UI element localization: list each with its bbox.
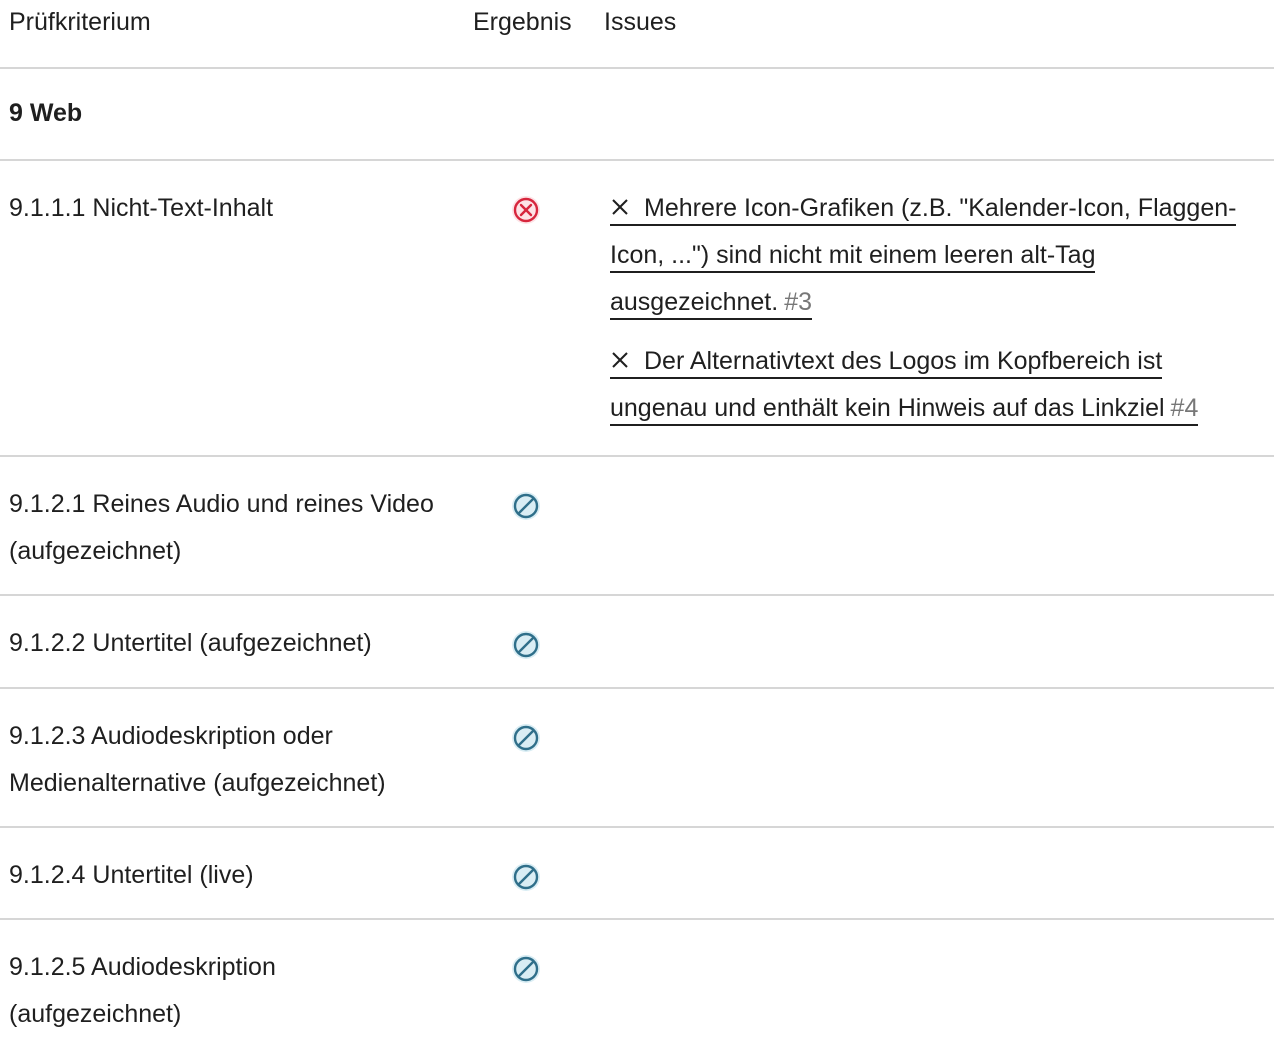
table-header-row: Prüfkriterium Ergebnis Issues	[0, 0, 1274, 69]
issue-item: Der Alternativtext des Logos im Kopfbere…	[604, 338, 1266, 432]
issue-link[interactable]: Der Alternativtext des Logos im Kopfbere…	[610, 347, 1199, 426]
criterion-label: 9.1.2.4 Untertitel (live)	[9, 861, 254, 889]
section-title: 9 Web	[9, 99, 83, 127]
not-applicable-icon	[511, 862, 541, 892]
not-applicable-icon	[511, 954, 541, 984]
not-applicable-icon	[511, 491, 541, 521]
criterion-label: 9.1.2.2 Untertitel (aufgezeichnet)	[9, 629, 372, 657]
issue-number: #3	[784, 288, 812, 316]
table-row: 9.1.2.5 Audiodeskription (aufgezeichnet)	[0, 920, 1274, 1052]
failed-x-circle-icon	[511, 195, 541, 225]
column-header-criterion: Prüfkriterium	[9, 8, 151, 36]
table-row: 9.1.2.4 Untertitel (live)	[0, 828, 1274, 920]
issues-list: Mehrere Icon-Grafiken (z.B. "Kalender-Ic…	[604, 185, 1266, 432]
issue-text: Der Alternativtext des Logos im Kopfbere…	[610, 347, 1165, 422]
issue-link[interactable]: Mehrere Icon-Grafiken (z.B. "Kalender-Ic…	[610, 194, 1237, 320]
section-row: 9 Web	[0, 69, 1274, 161]
criterion-label: 9.1.2.5 Audiodeskription (aufgezeichnet)	[9, 953, 276, 1028]
issue-text: Mehrere Icon-Grafiken (z.B. "Kalender-Ic…	[610, 194, 1237, 316]
issue-item: Mehrere Icon-Grafiken (z.B. "Kalender-Ic…	[604, 185, 1266, 326]
not-applicable-icon	[511, 630, 541, 660]
criterion-label: 9.1.2.3 Audiodeskription oder Medienalte…	[9, 722, 386, 797]
table-row: 9.1.2.1 Reines Audio und reines Video (a…	[0, 457, 1274, 596]
criterion-label: 9.1.2.1 Reines Audio und reines Video (a…	[9, 490, 434, 565]
table-row: 9.1.1.1 Nicht-Text-Inhalt Mehrere Icon-G…	[0, 161, 1274, 457]
issue-number: #4	[1170, 394, 1199, 422]
close-x-icon	[612, 352, 628, 368]
criteria-table: Prüfkriterium Ergebnis Issues 9 Web 9.1.…	[0, 0, 1274, 1052]
close-x-icon	[612, 199, 628, 215]
criterion-label: 9.1.1.1 Nicht-Text-Inhalt	[9, 194, 274, 222]
table-row: 9.1.2.3 Audiodeskription oder Medienalte…	[0, 689, 1274, 828]
column-header-issues: Issues	[604, 8, 677, 36]
table-row: 9.1.2.2 Untertitel (aufgezeichnet)	[0, 596, 1274, 689]
not-applicable-icon	[511, 723, 541, 753]
column-header-result: Ergebnis	[473, 8, 572, 36]
